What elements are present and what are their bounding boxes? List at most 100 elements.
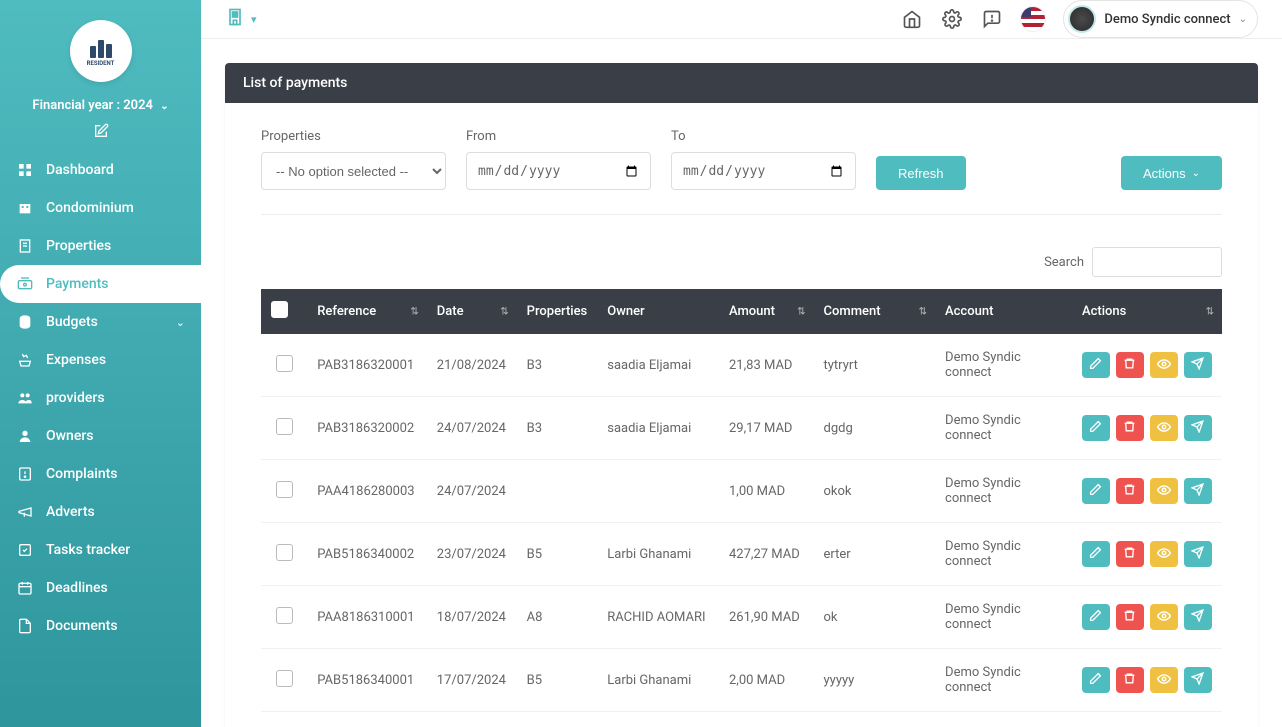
edit-button[interactable] — [1082, 478, 1110, 504]
delete-button[interactable] — [1116, 478, 1144, 504]
delete-button[interactable] — [1116, 541, 1144, 567]
sidebar-item-complaints[interactable]: Complaints — [0, 455, 201, 493]
row-checkbox[interactable] — [276, 544, 293, 561]
col-comment[interactable]: Comment⇅ — [814, 289, 936, 334]
search-input[interactable] — [1092, 247, 1222, 277]
col-account[interactable]: Account — [935, 289, 1072, 334]
cell-owner: Larbi Ghanami — [597, 523, 719, 586]
cell-date: 18/07/2024 — [427, 586, 517, 649]
cell-owner: Larbi Ghanami — [597, 649, 719, 712]
col-actions: Actions⇅ — [1072, 289, 1222, 334]
edit-button[interactable] — [1082, 604, 1110, 630]
col-amount[interactable]: Amount⇅ — [719, 289, 814, 334]
view-button[interactable] — [1150, 541, 1178, 567]
edit-button[interactable] — [1082, 541, 1110, 567]
row-checkbox[interactable] — [276, 355, 293, 372]
cell-comment: yyyyy — [814, 649, 936, 712]
table-row: PAA418628000324/07/20241,00 MADokokDemo … — [261, 460, 1222, 523]
send-button[interactable] — [1184, 478, 1212, 504]
properties-icon — [16, 237, 34, 255]
send-button[interactable] — [1184, 541, 1212, 567]
sidebar-item-condominium[interactable]: Condominium — [0, 189, 201, 227]
view-button[interactable] — [1150, 667, 1178, 693]
from-date-input[interactable] — [466, 152, 651, 190]
sidebar-item-providers[interactable]: providers — [0, 379, 201, 417]
cell-date: 17/07/2024 — [427, 712, 517, 727]
delete-button[interactable] — [1116, 352, 1144, 378]
select-all-checkbox[interactable] — [271, 301, 288, 318]
sidebar-item-label: Deadlines — [46, 580, 185, 596]
context-switcher[interactable]: ▾ — [225, 7, 257, 31]
notifications-icon[interactable] — [981, 8, 1003, 30]
row-checkbox[interactable] — [276, 418, 293, 435]
sidebar-item-adverts[interactable]: Adverts — [0, 493, 201, 531]
brand-logo[interactable]: RESIDENT — [70, 20, 132, 82]
trash-icon — [1123, 609, 1136, 625]
sidebar-item-deadlines[interactable]: Deadlines — [0, 569, 201, 607]
home-icon[interactable] — [901, 8, 923, 30]
view-button[interactable] — [1150, 415, 1178, 441]
edit-button[interactable] — [1082, 352, 1110, 378]
sidebar-item-owners[interactable]: Owners — [0, 417, 201, 455]
col-date[interactable]: Date⇅ — [427, 289, 517, 334]
cell-comment: tytryrt — [814, 334, 936, 397]
search-label: Search — [1044, 255, 1084, 270]
sort-icon: ⇅ — [797, 306, 805, 317]
actions-dropdown-button[interactable]: Actions ⌄ — [1121, 156, 1222, 190]
cell-reference: PAA8186310001 — [307, 586, 427, 649]
view-button[interactable] — [1150, 478, 1178, 504]
cell-comment: erter — [814, 523, 936, 586]
sidebar-item-payments[interactable]: Payments — [0, 265, 201, 303]
row-checkbox[interactable] — [276, 481, 293, 498]
send-button[interactable] — [1184, 352, 1212, 378]
financial-year-label: Financial year : 2024 — [32, 98, 153, 113]
sort-icon: ⇅ — [1206, 306, 1214, 317]
col-reference[interactable]: Reference⇅ — [307, 289, 427, 334]
send-button[interactable] — [1184, 415, 1212, 441]
card-header: List of payments — [225, 63, 1258, 103]
col-owner[interactable]: Owner — [597, 289, 719, 334]
row-checkbox[interactable] — [276, 670, 293, 687]
settings-icon[interactable] — [941, 8, 963, 30]
cell-amount: 1,00 MAD — [719, 460, 814, 523]
cell-comment: ccc — [814, 712, 936, 727]
refresh-button[interactable]: Refresh — [876, 156, 966, 190]
edit-button[interactable] — [1082, 667, 1110, 693]
language-flag-icon[interactable] — [1021, 7, 1045, 31]
cell-account: Demo Syndic connect — [935, 460, 1072, 523]
sidebar-item-label: Documents — [46, 618, 185, 634]
delete-button[interactable] — [1116, 604, 1144, 630]
to-date-input[interactable] — [671, 152, 856, 190]
sidebar-item-expenses[interactable]: Expenses — [0, 341, 201, 379]
cell-comment: okok — [814, 460, 936, 523]
sidebar-item-documents[interactable]: Documents — [0, 607, 201, 645]
view-button[interactable] — [1150, 604, 1178, 630]
eye-icon — [1157, 483, 1171, 500]
cell-reference: PAB3186320001 — [307, 334, 427, 397]
cell-date: 24/07/2024 — [427, 397, 517, 460]
sidebar-item-properties[interactable]: Properties — [0, 227, 201, 265]
view-button[interactable] — [1150, 352, 1178, 378]
edit-icon[interactable] — [92, 123, 110, 141]
pencil-icon — [1089, 609, 1102, 625]
financial-year-selector[interactable]: Financial year : 2024 ⌄ — [0, 94, 201, 117]
sidebar-item-dashboard[interactable]: Dashboard — [0, 151, 201, 189]
sidebar-item-tasks-tracker[interactable]: Tasks tracker — [0, 531, 201, 569]
user-menu[interactable]: Demo Syndic connect ⌄ — [1063, 0, 1258, 38]
cell-reference: PAA4186280003 — [307, 460, 427, 523]
sidebar-item-budgets[interactable]: Budgets⌄ — [0, 303, 201, 341]
from-filter-label: From — [466, 129, 651, 144]
send-button[interactable] — [1184, 604, 1212, 630]
eye-icon — [1157, 546, 1171, 563]
properties-filter-select[interactable]: -- No option selected -- — [261, 152, 446, 190]
delete-button[interactable] — [1116, 415, 1144, 441]
cell-reference: PAB3186320002 — [307, 397, 427, 460]
edit-button[interactable] — [1082, 415, 1110, 441]
col-properties[interactable]: Properties — [517, 289, 598, 334]
actions-button-label: Actions — [1143, 166, 1186, 181]
delete-button[interactable] — [1116, 667, 1144, 693]
pencil-icon — [1089, 420, 1102, 436]
row-checkbox[interactable] — [276, 607, 293, 624]
send-button[interactable] — [1184, 667, 1212, 693]
sort-icon: ⇅ — [500, 306, 508, 317]
